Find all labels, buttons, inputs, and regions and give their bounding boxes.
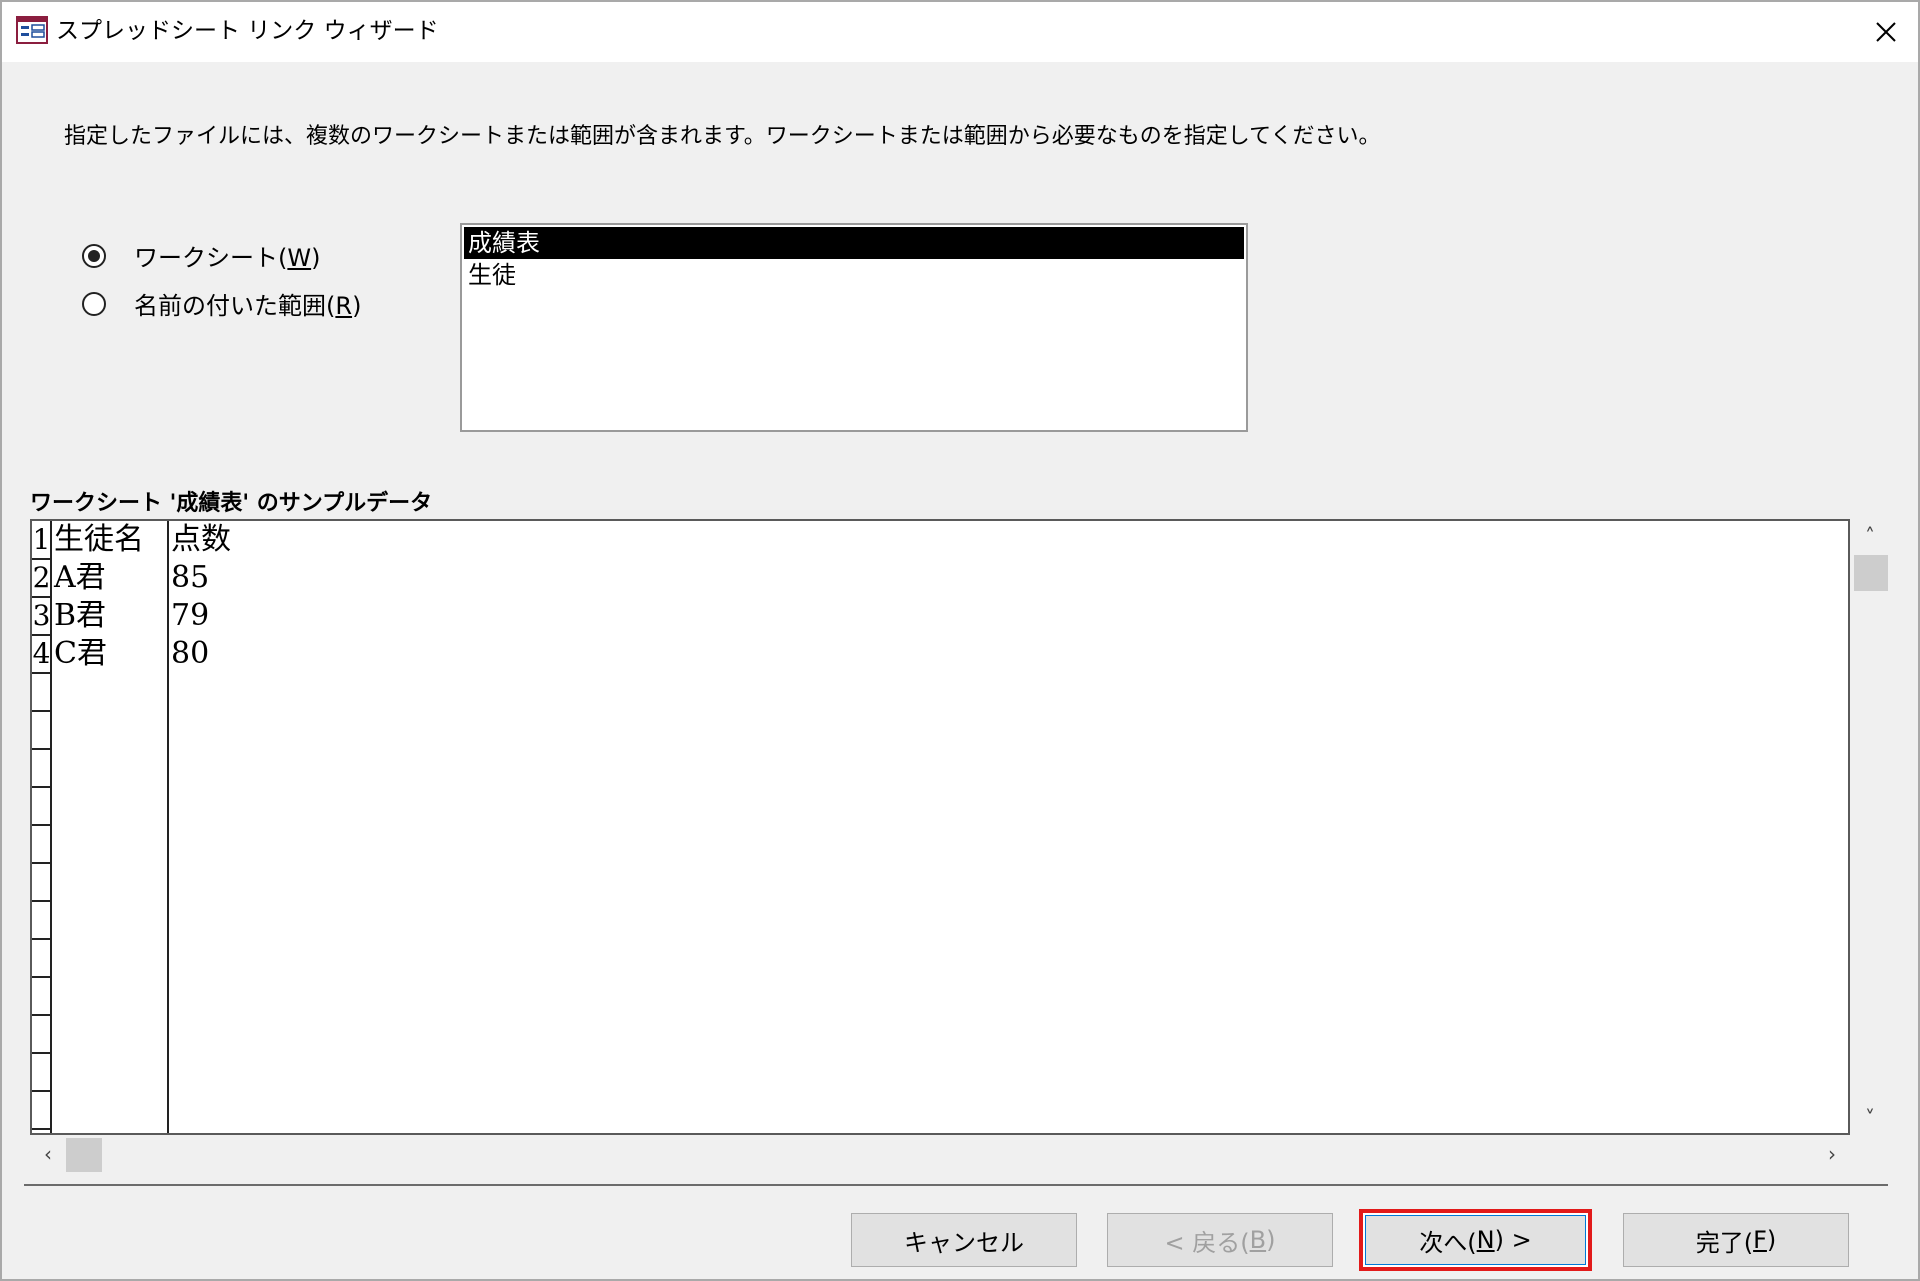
horizontal-scrollbar[interactable]: ‹ › — [30, 1137, 1850, 1173]
scroll-left-icon[interactable]: ‹ — [30, 1137, 66, 1171]
row-number: 2 — [32, 561, 51, 594]
vertical-scrollbar[interactable]: ˄ ˅ — [1852, 519, 1888, 1135]
row-gridline — [32, 634, 52, 636]
row-number: 4 — [32, 637, 51, 670]
close-button[interactable] — [1854, 2, 1918, 62]
named-range-radio-label: 名前の付いた範囲(R) — [134, 292, 362, 320]
row-gridline — [32, 824, 52, 826]
scroll-up-icon[interactable]: ˄ — [1852, 519, 1888, 553]
row-gridline — [32, 748, 52, 750]
named-range-radio[interactable]: 名前の付いた範囲(R) — [82, 286, 361, 321]
sample-data-label: ワークシート '成績表' のサンプルデータ — [30, 491, 433, 516]
table-row: 3 B君 79 — [32, 597, 1848, 635]
back-button[interactable]: < 戻る(B) — [1107, 1213, 1333, 1267]
list-item-seisekihyo[interactable]: 成績表 — [464, 227, 1244, 259]
worksheet-radio-label: ワークシート(W) — [134, 244, 321, 272]
table-row: 2 A君 85 — [32, 559, 1848, 597]
worksheet-listbox[interactable]: 成績表 生徒 — [460, 223, 1248, 432]
scroll-right-icon[interactable]: › — [1814, 1137, 1850, 1171]
row-gridline — [32, 786, 52, 788]
row-gridline — [32, 558, 52, 560]
table-row: 4 C君 80 — [32, 635, 1848, 673]
cell-name: A君 — [54, 560, 106, 595]
cell-score: 80 — [171, 636, 210, 671]
scroll-down-icon[interactable]: ˅ — [1852, 1101, 1888, 1135]
cell-score: 点数 — [171, 522, 231, 557]
title-bar: スプレッドシート リンク ウィザード — [2, 2, 1918, 62]
table-row: 1 生徒名 点数 — [32, 521, 1848, 559]
row-gridline — [32, 1052, 52, 1054]
radio-unselected-icon — [82, 291, 106, 316]
finish-button[interactable]: 完了(F) — [1623, 1213, 1849, 1267]
row-gridline — [32, 672, 52, 674]
cancel-button[interactable]: キャンセル — [851, 1213, 1077, 1267]
spreadsheet-form-icon — [16, 16, 48, 44]
cell-score: 85 — [171, 560, 210, 595]
wizard-dialog: スプレッドシート リンク ウィザード 指定したファイルには、複数のワークシートま… — [0, 0, 1920, 1281]
row-gridline — [32, 938, 52, 940]
row-gridline — [32, 710, 52, 712]
next-button[interactable]: 次へ(N) > — [1359, 1209, 1592, 1271]
cell-name: B君 — [54, 598, 107, 633]
row-gridline — [32, 1128, 52, 1130]
sample-data-grid: 1 生徒名 点数 2 A君 85 3 B君 79 4 C君 80 — [30, 519, 1850, 1135]
worksheet-radio[interactable]: ワークシート(W) — [82, 238, 320, 273]
row-number: 1 — [32, 523, 51, 556]
horizontal-scroll-thumb[interactable] — [66, 1138, 102, 1172]
row-gridline — [32, 976, 52, 978]
row-gridline — [32, 862, 52, 864]
row-gridline — [32, 1014, 52, 1016]
radio-selected-icon — [82, 243, 106, 268]
divider — [24, 1184, 1888, 1186]
close-icon — [1876, 22, 1896, 42]
row-gridline — [32, 596, 52, 598]
row-gridline — [32, 1090, 52, 1092]
instruction-text: 指定したファイルには、複数のワークシートまたは範囲が含まれます。ワークシートまた… — [64, 124, 1381, 149]
cell-name: 生徒名 — [54, 522, 144, 557]
row-gridline — [32, 900, 52, 902]
row-number: 3 — [32, 599, 51, 632]
vertical-scroll-thumb[interactable] — [1854, 555, 1888, 591]
window-title: スプレッドシート リンク ウィザード — [56, 18, 439, 44]
cell-name: C君 — [54, 636, 107, 671]
cell-score: 79 — [171, 598, 210, 633]
list-item-seito[interactable]: 生徒 — [464, 259, 1244, 291]
